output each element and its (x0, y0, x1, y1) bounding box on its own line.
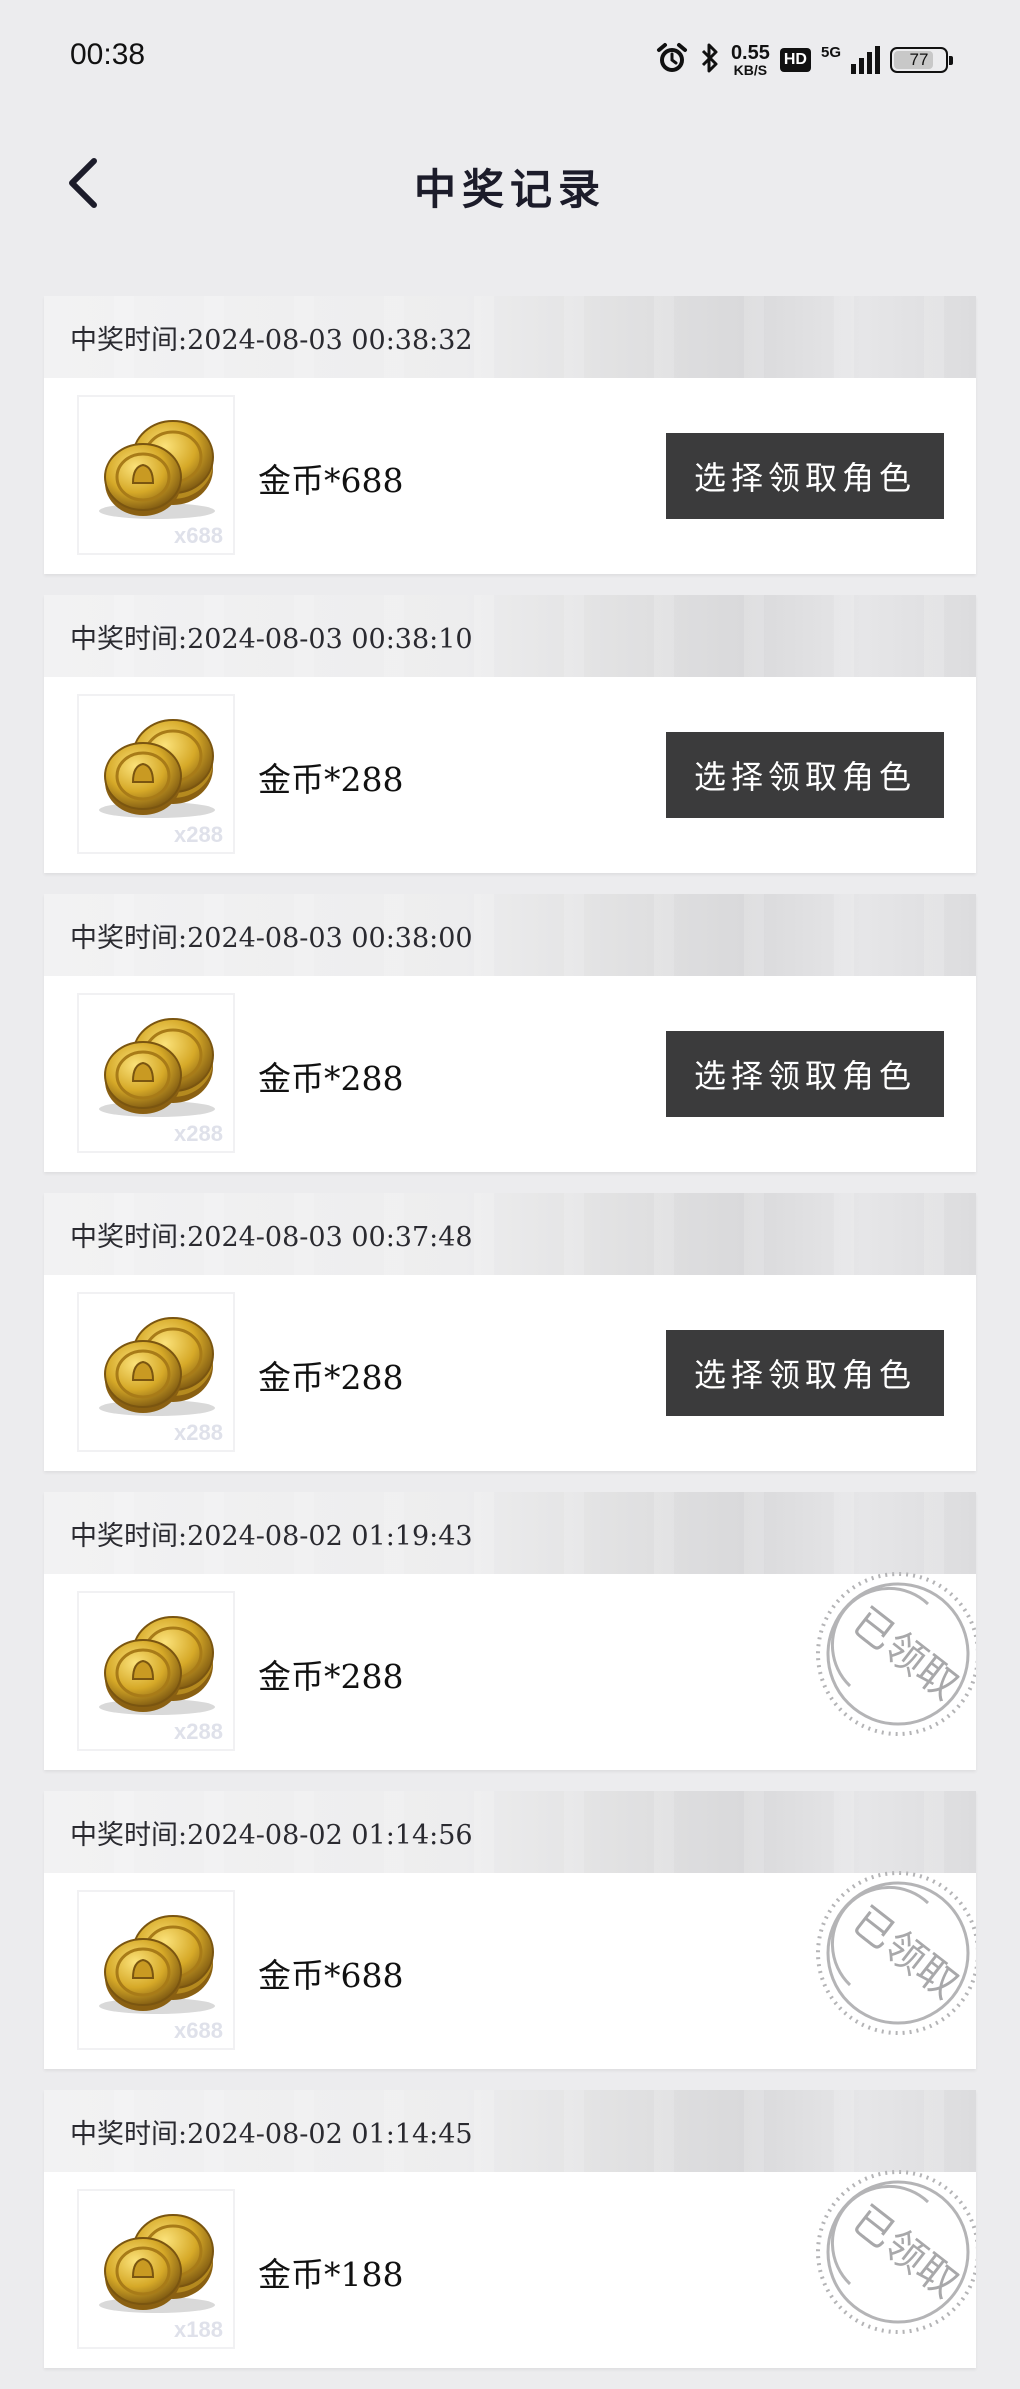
record-header: 中奖时间:2024-08-02 01:14:45 (44, 2090, 976, 2172)
battery-icon: 77 (890, 47, 953, 73)
gold-coins-icon (99, 2214, 215, 2313)
gold-coins-icon (99, 1915, 215, 2014)
prize-thumbnail: x288 (77, 694, 235, 854)
gold-coins-icon (99, 1018, 215, 1117)
record-body: x288 金币*288 选择领取角色 (44, 976, 976, 1172)
bluetooth-icon (699, 42, 721, 79)
prize-record: 中奖时间:2024-08-03 00:38:32 x688 金币*688 选择领… (44, 296, 976, 574)
prize-record: 中奖时间:2024-08-03 00:38:00 x288 金币*288 选择领… (44, 894, 976, 1172)
record-header: 中奖时间:2024-08-03 00:38:10 (44, 595, 976, 677)
speed-unit: KB/S (733, 62, 768, 78)
quantity-badge: x288 (174, 1420, 223, 1445)
gold-coins-icon (99, 1616, 215, 1715)
record-header: 中奖时间:2024-08-02 01:14:56 (44, 1791, 976, 1873)
win-time: 中奖时间:2024-08-03 00:38:00 (70, 923, 473, 954)
quantity-badge: x188 (174, 2317, 223, 2342)
record-body: x188 金币*188 已领取 (44, 2170, 976, 2368)
status-bar: 00:38 0.55 KB/S HD 5G 77 (0, 0, 1020, 118)
claimed-stamp: 已领取 (810, 1865, 976, 2041)
prize-thumbnail: x288 (77, 993, 235, 1153)
win-time: 中奖时间:2024-08-02 01:19:43 (70, 1521, 473, 1552)
prize-thumbnail: x288 (77, 1591, 235, 1751)
record-header: 中奖时间:2024-08-03 00:38:32 (44, 296, 976, 378)
quantity-badge: x288 (174, 822, 223, 847)
select-role-button[interactable]: 选择领取角色 (666, 732, 944, 818)
record-body: x288 金币*288 已领取 (44, 1572, 976, 1770)
claimed-stamp: 已领取 (810, 2164, 976, 2340)
win-time: 中奖时间:2024-08-03 00:37:48 (70, 1222, 473, 1253)
battery-level: 77 (909, 50, 929, 69)
status-time: 00:38 (70, 38, 146, 71)
record-header: 中奖时间:2024-08-02 01:19:43 (44, 1492, 976, 1574)
quantity-badge: x288 (174, 1719, 223, 1744)
gold-coins-icon (99, 1317, 215, 1416)
stamp-label: 已领取 (844, 1898, 967, 2008)
status-icons: 0.55 KB/S HD 5G 77 (655, 40, 953, 80)
prize-name: 金币*688 (258, 1956, 404, 1995)
speed-value: 0.55 (730, 42, 770, 64)
claimed-stamp: 已领取 (810, 1566, 976, 1742)
prize-record: 中奖时间:2024-08-02 01:14:45 x188 金币*188 已领取 (44, 2090, 976, 2368)
stamp-label: 已领取 (844, 2197, 967, 2307)
win-time: 中奖时间:2024-08-03 00:38:10 (70, 624, 473, 655)
prize-name: 金币*188 (258, 2255, 404, 2294)
prize-name: 金币*288 (258, 1059, 404, 1098)
win-time: 中奖时间:2024-08-02 01:14:56 (70, 1820, 473, 1851)
record-header: 中奖时间:2024-08-03 00:38:00 (44, 894, 976, 976)
prize-thumbnail: x688 (77, 1890, 235, 2050)
quantity-badge: x688 (174, 2018, 223, 2043)
win-time: 中奖时间:2024-08-03 00:38:32 (70, 325, 473, 356)
record-body: x688 金币*688 选择领取角色 (44, 378, 976, 574)
record-list: 中奖时间:2024-08-03 00:38:32 x688 金币*688 选择领… (44, 296, 976, 2389)
network-speed: 0.55 KB/S (731, 43, 770, 77)
gold-coins-icon (99, 420, 215, 519)
prize-record: 中奖时间:2024-08-03 00:38:10 x288 金币*288 选择领… (44, 595, 976, 873)
quantity-badge: x688 (174, 523, 223, 548)
prize-thumbnail: x288 (77, 1292, 235, 1452)
prize-record: 中奖时间:2024-08-02 01:19:43 x288 金币*288 已领取 (44, 1492, 976, 1770)
network-type: 5G (820, 43, 841, 61)
record-header: 中奖时间:2024-08-03 00:37:48 (44, 1193, 976, 1275)
signal-icon (851, 46, 880, 74)
header: 中奖记录 (0, 118, 1020, 248)
win-time: 中奖时间:2024-08-02 01:14:45 (70, 2119, 473, 2150)
select-role-button[interactable]: 选择领取角色 (666, 1330, 944, 1416)
select-role-button[interactable]: 选择领取角色 (666, 1031, 944, 1117)
page-title: 中奖记录 (413, 165, 606, 214)
prize-thumbnail: x188 (77, 2189, 235, 2349)
prize-thumbnail: x688 (77, 395, 235, 555)
stamp-label: 已领取 (844, 1599, 967, 1709)
prize-name: 金币*288 (258, 1657, 404, 1696)
hd-badge: HD (779, 48, 811, 72)
record-body: x288 金币*288 选择领取角色 (44, 1275, 976, 1471)
prize-name: 金币*288 (258, 1358, 404, 1397)
quantity-badge: x288 (174, 1121, 223, 1146)
prize-record: 中奖时间:2024-08-03 00:37:48 x288 金币*288 选择领… (44, 1193, 976, 1471)
prize-record: 中奖时间:2024-08-02 01:14:56 x688 金币*688 已领取 (44, 1791, 976, 2069)
select-role-button[interactable]: 选择领取角色 (666, 433, 944, 519)
record-body: x288 金币*288 选择领取角色 (44, 677, 976, 873)
record-body: x688 金币*688 已领取 (44, 1871, 976, 2069)
prize-name: 金币*288 (258, 760, 404, 799)
gold-coins-icon (99, 719, 215, 818)
alarm-icon (655, 41, 689, 80)
prize-name: 金币*688 (258, 461, 404, 500)
